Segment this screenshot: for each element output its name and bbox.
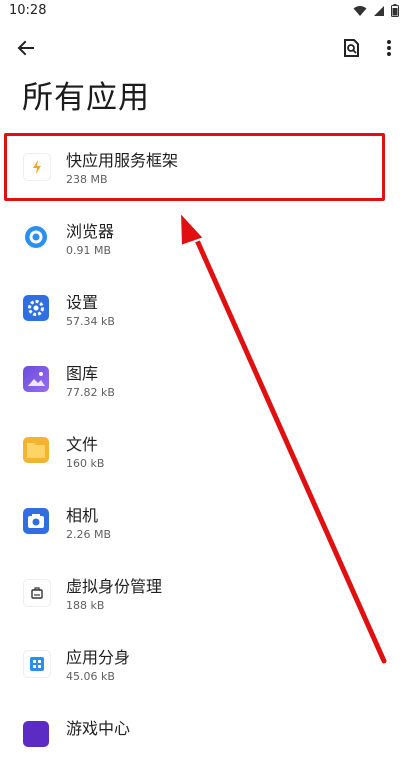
virtual-identity-icon: [23, 579, 51, 607]
signal-icon: [374, 5, 384, 16]
app-size: 2.26 MB: [66, 528, 112, 541]
search-document-icon: [344, 39, 359, 57]
browser-icon: [23, 224, 49, 250]
status-time: 10:28: [9, 3, 47, 18]
battery-icon: [391, 4, 399, 17]
list-item[interactable]: 相机 2.26 MB: [0, 492, 409, 563]
back-arrow-icon: [17, 40, 34, 56]
highlight-box: [4, 133, 385, 201]
app-name: 相机: [66, 506, 99, 525]
list-item[interactable]: 文件 160 kB: [0, 421, 409, 492]
wifi-icon: [353, 5, 367, 16]
list-item[interactable]: 图库 77.82 kB: [0, 350, 409, 421]
app-name: 文件: [66, 435, 99, 454]
app-size: 45.06 kB: [66, 670, 115, 683]
status-icons: [353, 4, 399, 17]
more-options-button[interactable]: [378, 35, 400, 61]
app-name: 游戏中心: [66, 719, 131, 738]
list-item[interactable]: 应用分身 45.06 kB: [0, 634, 409, 705]
list-item[interactable]: 游戏中心: [0, 705, 409, 776]
more-vert-icon: [387, 40, 391, 56]
files-icon: [23, 437, 49, 463]
game-center-icon: [23, 721, 49, 747]
app-size: 57.34 kB: [66, 315, 115, 328]
list-item[interactable]: 设置 57.34 kB: [0, 279, 409, 350]
app-size: 160 kB: [66, 457, 105, 470]
app-size: 188 kB: [66, 599, 105, 612]
settings-icon: [23, 295, 49, 321]
status-bar: 10:28: [0, 0, 409, 24]
page-title: 所有应用: [22, 80, 150, 116]
app-size: 77.82 kB: [66, 386, 115, 399]
search-app-button[interactable]: [338, 35, 364, 61]
app-list: 快应用服务框架 238 MB 浏览器 0.91 MB 设置 57.34 kB 图…: [0, 137, 409, 776]
list-item[interactable]: 浏览器 0.91 MB: [0, 208, 409, 279]
camera-icon: [23, 508, 49, 534]
app-name: 应用分身: [66, 648, 131, 667]
back-button[interactable]: [12, 34, 40, 62]
app-bar: [0, 24, 409, 70]
app-size: 0.91 MB: [66, 244, 112, 257]
app-name: 虚拟身份管理: [66, 577, 163, 596]
gallery-icon: [23, 366, 49, 392]
app-name: 浏览器: [66, 222, 115, 241]
app-clone-icon: [23, 650, 51, 678]
app-name: 设置: [66, 293, 99, 312]
list-item[interactable]: 虚拟身份管理 188 kB: [0, 563, 409, 634]
app-name: 图库: [66, 364, 99, 383]
